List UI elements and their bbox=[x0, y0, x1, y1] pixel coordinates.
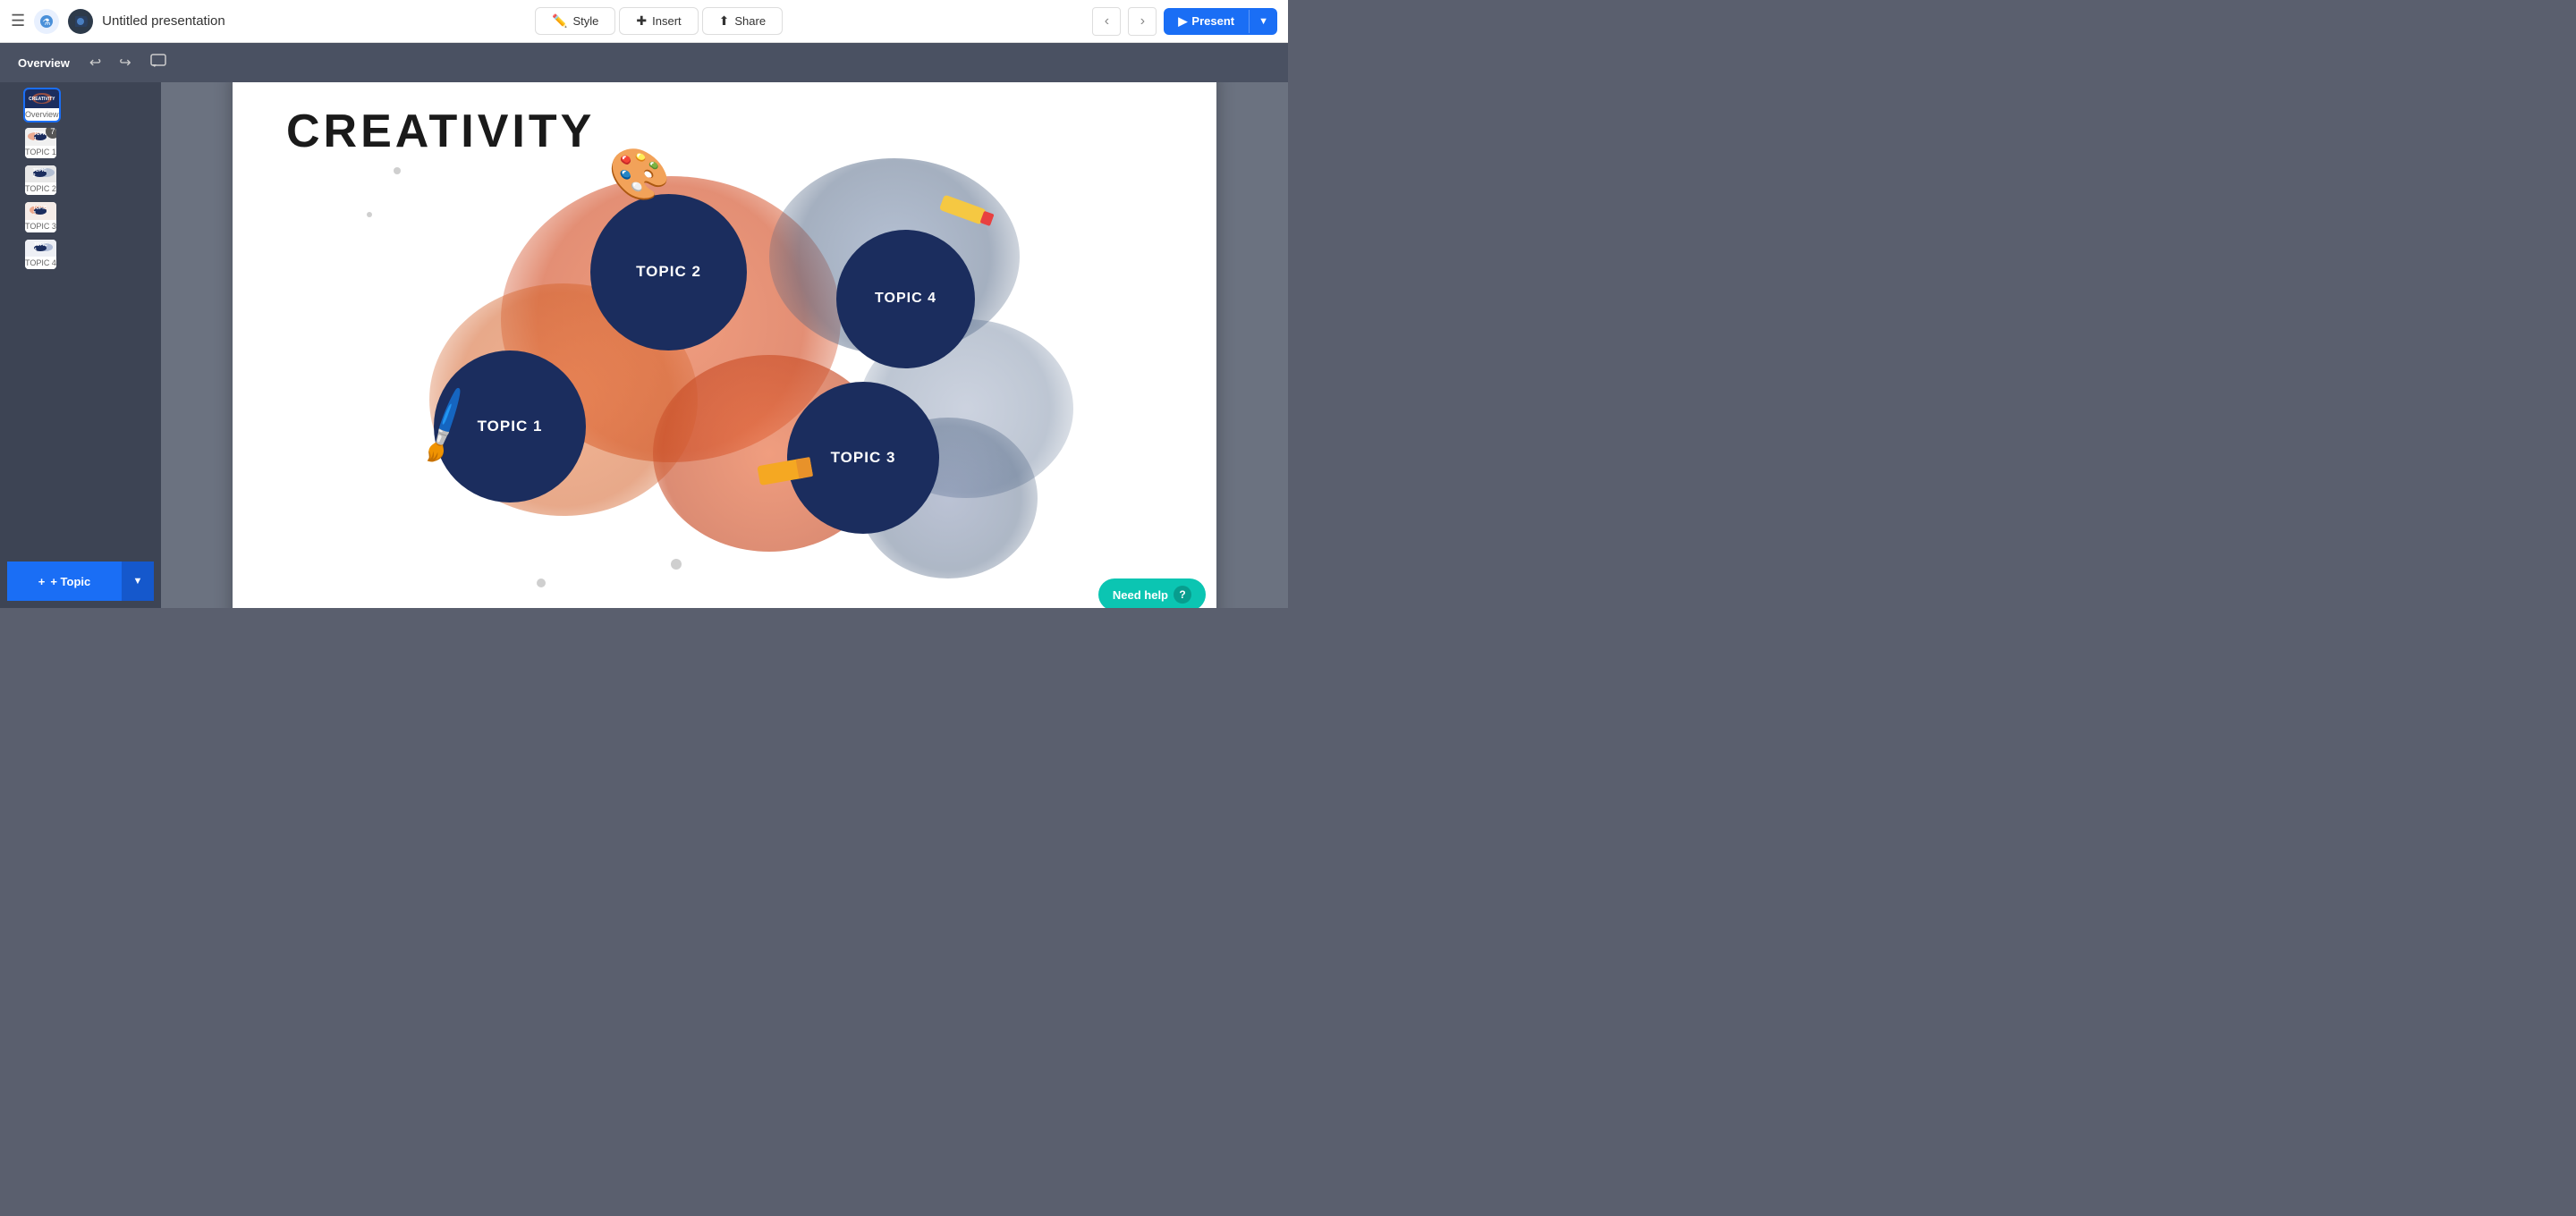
slide-label-2: TOPIC 2 bbox=[25, 182, 56, 195]
present-main[interactable]: ▶ Present bbox=[1164, 8, 1249, 35]
slide-preview-overview: CREATIVITY bbox=[25, 89, 59, 108]
blob-container: 🎨 🖌️ bbox=[358, 140, 1091, 605]
slide-preview-4: TOPIC 4 bbox=[25, 240, 56, 258]
topbar: ☰ ⚗ Untitled presentation ✏️ Style ✚ Ins… bbox=[0, 0, 1288, 43]
play-icon: ▶ bbox=[1178, 14, 1187, 29]
add-topic-dropdown[interactable]: ▼ bbox=[122, 562, 154, 601]
need-help-button[interactable]: Need help ? bbox=[1098, 578, 1206, 608]
share-icon: ⬆ bbox=[719, 13, 730, 29]
slide-label-overview: Overview bbox=[25, 108, 59, 121]
dot-4 bbox=[671, 559, 682, 570]
sidebar: CREATIVITY Overview 1 7 TOPIC 1 bbox=[0, 82, 161, 608]
slide-label-1: TOPIC 1 bbox=[25, 146, 56, 158]
slide-label-3: TOPIC 3 bbox=[25, 220, 56, 232]
slide-wrapper-2: 2 TOPIC 2 TOPIC 2 bbox=[7, 165, 154, 196]
present-button[interactable]: ▶ Present ▼ bbox=[1164, 8, 1277, 35]
slide-thumb-2[interactable]: TOPIC 2 TOPIC 2 bbox=[25, 165, 56, 196]
help-icon: ? bbox=[1174, 586, 1191, 604]
presentation-title[interactable]: Untitled presentation bbox=[102, 13, 225, 29]
add-topic-bar: + + Topic ▼ bbox=[7, 562, 154, 601]
slide-thumb-4[interactable]: TOPIC 4 TOPIC 4 bbox=[25, 240, 56, 270]
plus-icon: + bbox=[38, 575, 46, 588]
insert-button[interactable]: ✚ Insert bbox=[619, 7, 698, 35]
topic-circle-2[interactable]: TOPIC 2 bbox=[590, 194, 747, 350]
slide-wrapper-overview: CREATIVITY Overview bbox=[7, 89, 154, 121]
app-logo: ⚗ bbox=[34, 9, 59, 34]
slide-thumb-1[interactable]: 7 TOPIC 1 TOPIC 1 bbox=[25, 128, 56, 158]
hamburger-icon[interactable]: ☰ bbox=[11, 12, 25, 30]
dot-3 bbox=[537, 578, 546, 587]
topbar-center: ✏️ Style ✚ Insert ⬆ Share bbox=[233, 7, 1086, 35]
slide-wrapper-1: 1 7 TOPIC 1 TOPIC 1 bbox=[7, 128, 154, 158]
secondbar: Overview ↩ ↪ bbox=[0, 43, 1288, 82]
canvas-area: CREATIVITY 🎨 🖌️ bbox=[161, 82, 1288, 608]
add-topic-button[interactable]: + + Topic bbox=[7, 562, 122, 601]
present-dropdown[interactable]: ▼ bbox=[1249, 10, 1277, 33]
svg-text:⚗: ⚗ bbox=[43, 18, 51, 28]
dot-1 bbox=[394, 167, 401, 174]
style-icon: ✏️ bbox=[552, 13, 567, 29]
slide-thumb-3[interactable]: TOPIC 3 TOPIC 3 bbox=[25, 202, 56, 232]
share-button[interactable]: ⬆ Share bbox=[702, 7, 783, 35]
slide-wrapper-4: 4 TOPIC 4 TOPIC 4 bbox=[7, 240, 154, 270]
topbar-right: ‹ › ▶ Present ▼ bbox=[1092, 7, 1277, 36]
insert-icon: ✚ bbox=[636, 13, 647, 29]
slide-preview-3: TOPIC 3 bbox=[25, 202, 56, 220]
overview-tab[interactable]: Overview bbox=[11, 53, 77, 73]
next-arrow[interactable]: › bbox=[1128, 7, 1157, 36]
main-area: CREATIVITY Overview 1 7 TOPIC 1 bbox=[0, 82, 1288, 608]
slide-wrapper-3: 3 TOPIC 3 TOPIC 3 bbox=[7, 202, 154, 232]
prev-arrow[interactable]: ‹ bbox=[1092, 7, 1121, 36]
slide-label-4: TOPIC 4 bbox=[25, 257, 56, 269]
topic-circle-4[interactable]: TOPIC 4 bbox=[836, 230, 975, 368]
slide-canvas[interactable]: CREATIVITY 🎨 🖌️ bbox=[233, 82, 1216, 608]
app-logo2 bbox=[68, 9, 93, 34]
redo-button[interactable]: ↪ bbox=[114, 50, 136, 75]
topbar-left: ☰ ⚗ Untitled presentation bbox=[11, 9, 225, 34]
palette-icon: 🎨 bbox=[608, 145, 671, 204]
dot-2 bbox=[367, 212, 372, 217]
style-button[interactable]: ✏️ Style bbox=[535, 7, 615, 35]
comment-button[interactable] bbox=[144, 48, 173, 78]
slide-preview-2: TOPIC 2 bbox=[25, 165, 56, 183]
undo-button[interactable]: ↩ bbox=[84, 50, 106, 75]
slide-thumb-overview[interactable]: CREATIVITY Overview bbox=[25, 89, 59, 121]
